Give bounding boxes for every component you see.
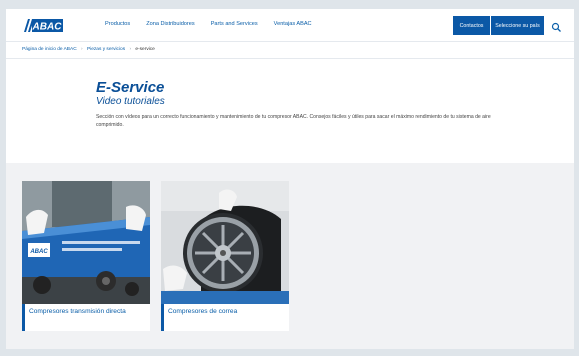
- page-description: Sección con vídeos para un correcto func…: [96, 114, 491, 128]
- header: ABAC Productos Zona Distribuidores Parts…: [6, 9, 574, 41]
- card-belt-compressors[interactable]: Compresores de correa: [161, 181, 289, 331]
- nav-ventajas-abac[interactable]: Ventajas ABAC: [274, 21, 312, 27]
- card-direct-drive-compressors[interactable]: ABAC Compresores transmisión directa: [22, 181, 150, 331]
- main-nav: Productos Zona Distribuidores Parts and …: [105, 21, 312, 27]
- page-title: E-Service: [96, 79, 165, 96]
- nav-parts-and-services[interactable]: Parts and Services: [211, 21, 258, 27]
- svg-text:ABAC: ABAC: [29, 249, 48, 255]
- country-select-button[interactable]: Seleccione su país: [491, 16, 544, 35]
- contact-button[interactable]: Contactos: [453, 16, 490, 35]
- nav-zona-distribuidores[interactable]: Zona Distribuidores: [146, 21, 195, 27]
- card-accent-bar: [161, 304, 164, 331]
- video-categories: ABAC Compresores transmisión directa Com…: [6, 163, 574, 349]
- nav-productos[interactable]: Productos: [105, 21, 130, 27]
- direct-drive-compressor-image: ABAC: [22, 181, 150, 304]
- card-accent-bar: [22, 304, 25, 331]
- breadcrumb-home[interactable]: Página de inicio de ABAC: [22, 47, 77, 52]
- card-label[interactable]: Compresores transmisión directa: [29, 308, 144, 317]
- card-label[interactable]: Compresores de correa: [168, 308, 283, 317]
- belt-compressor-image: [161, 181, 289, 304]
- chevron-right-icon: ›: [129, 47, 132, 52]
- chevron-right-icon: ›: [81, 47, 83, 52]
- page-subtitle: Video tutoriales: [96, 96, 165, 107]
- breadcrumb: Página de inicio de ABAC › Piezas y serv…: [22, 47, 155, 52]
- page: ABAC Productos Zona Distribuidores Parts…: [6, 9, 574, 349]
- logo-text: ABAC: [32, 22, 63, 33]
- breadcrumb-bar: Página de inicio de ABAC › Piezas y serv…: [6, 41, 574, 59]
- search-icon[interactable]: [551, 20, 562, 32]
- breadcrumb-current: e-service: [135, 47, 155, 52]
- abac-logo[interactable]: ABAC: [22, 18, 64, 33]
- hero-section: E-Service Video tutoriales Sección con v…: [6, 59, 574, 163]
- breadcrumb-parts-services[interactable]: Piezas y servicios: [87, 47, 125, 52]
